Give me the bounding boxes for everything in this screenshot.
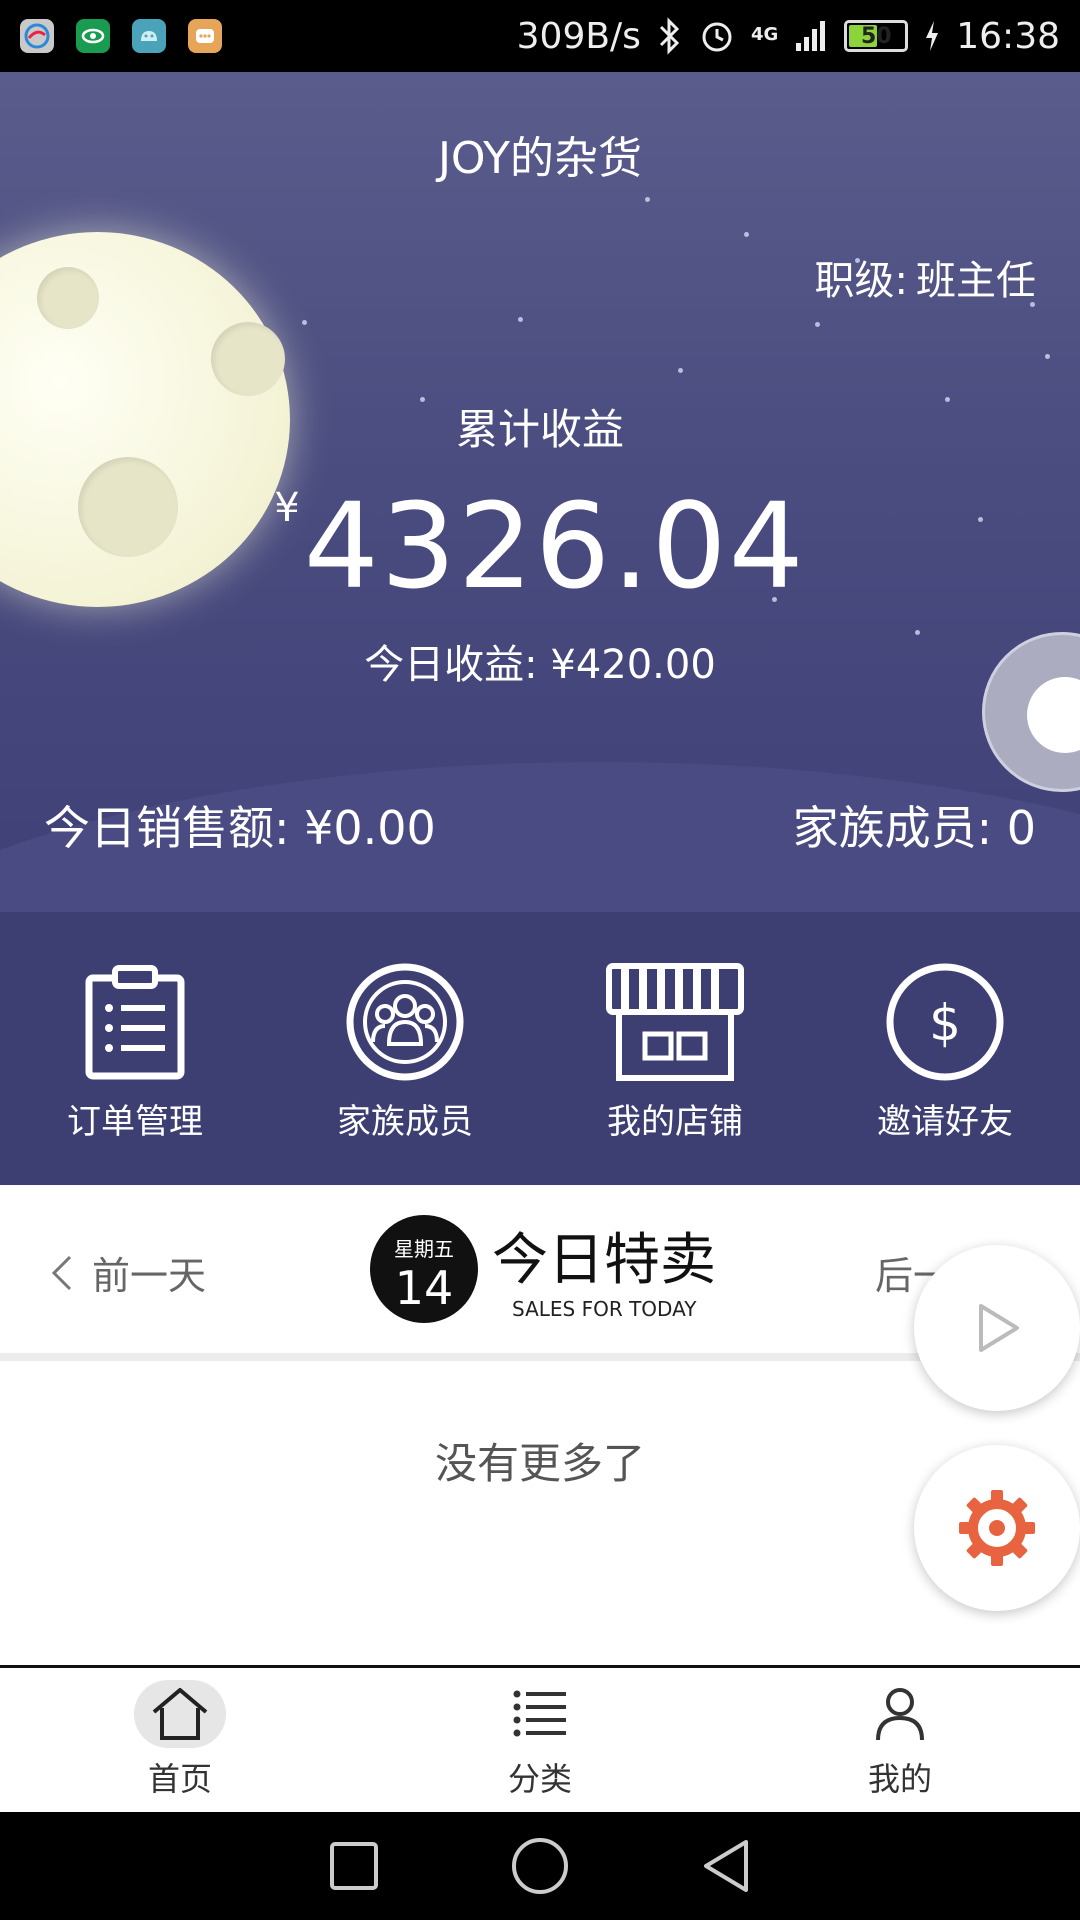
- network-type: 4G: [750, 23, 779, 45]
- day-number: 14: [394, 1261, 454, 1315]
- sales-subtitle: SALES FOR TODAY: [512, 1297, 697, 1321]
- tab-category[interactable]: 分类: [360, 1668, 720, 1812]
- rank-info: 职级: 班主任: [815, 248, 1036, 306]
- menu-item-orders[interactable]: 订单管理: [0, 912, 270, 1185]
- tab-label: 我的: [867, 1760, 932, 1798]
- cumulative-earnings-value: 4326.04: [303, 477, 806, 615]
- chat-app-icon: [188, 19, 222, 53]
- clock: 16:38: [956, 15, 1060, 57]
- person-icon: [876, 1688, 924, 1741]
- bottom-tab-bar: 首页 分类 我的: [0, 1665, 1080, 1812]
- store-icon: [606, 963, 744, 1081]
- menu-item-invite[interactable]: $ 邀请好友: [810, 912, 1080, 1185]
- tab-profile[interactable]: 我的: [720, 1668, 1080, 1812]
- menu-item-family[interactable]: 家族成员: [270, 912, 540, 1185]
- date-badge: 星期五 14: [370, 1215, 478, 1323]
- recents-icon[interactable]: [328, 1840, 380, 1892]
- android-app-icon: [132, 19, 166, 53]
- menu-item-label: 邀请好友: [877, 1102, 1013, 1142]
- charging-icon: [926, 21, 939, 51]
- list-icon: [513, 1690, 566, 1737]
- bluetooth-icon: [659, 17, 680, 55]
- group-icon: [346, 963, 464, 1081]
- currency-symbol: ¥: [274, 485, 300, 531]
- clipboard-icon: [85, 965, 185, 1080]
- menu-item-label: 订单管理: [67, 1102, 203, 1142]
- back-icon[interactable]: [700, 1838, 752, 1894]
- rank-value: 班主任: [916, 258, 1036, 304]
- battery-icon: 50: [844, 20, 909, 52]
- signal-icon: [796, 21, 826, 51]
- dollar-icon: $: [886, 963, 1004, 1081]
- settings-button[interactable]: [914, 1445, 1080, 1611]
- tab-label: 首页: [147, 1760, 212, 1798]
- system-nav-bar: [0, 1812, 1080, 1920]
- eye-app-icon: [76, 19, 110, 53]
- tab-home[interactable]: 首页: [0, 1668, 360, 1812]
- today-sales: 今日销售额: ¥0.00: [44, 801, 436, 855]
- home-icon: [152, 1688, 208, 1740]
- rank-label: 职级:: [814, 258, 908, 304]
- menu-item-store[interactable]: 我的店铺: [540, 912, 810, 1185]
- shop-name: JOY的杂货: [437, 133, 643, 184]
- home-nav-icon[interactable]: [510, 1836, 570, 1896]
- earnings-header: JOY的杂货 职级: 班主任 累计收益 ¥4326.04 今日收益: ¥420.…: [0, 72, 1080, 912]
- chevron-left-icon: [51, 1255, 72, 1290]
- menu-item-label: 我的店铺: [607, 1102, 743, 1142]
- prev-day-label: 前一天: [92, 1254, 207, 1298]
- today-earnings: 今日收益: ¥420.00: [364, 642, 716, 688]
- svg-text:$: $: [929, 994, 961, 1052]
- sales-title: 今日特卖: [492, 1228, 716, 1293]
- play-button[interactable]: [914, 1245, 1080, 1411]
- tab-label: 分类: [507, 1760, 572, 1798]
- cumulative-earnings: ¥4326.04: [0, 477, 1080, 615]
- menu-item-label: 家族成员: [337, 1102, 473, 1142]
- status-bar: 309B/s 4G 50 16:38: [0, 0, 1080, 72]
- shortcut-menu: 订单管理 家族成员 我的店铺 $ 邀请好友: [0, 912, 1080, 1185]
- network-speed: 309B/s: [516, 15, 641, 57]
- cumulative-earnings-label: 累计收益: [455, 405, 624, 454]
- prev-day-button[interactable]: 前一天: [50, 1245, 206, 1300]
- empty-list-message: 没有更多了: [434, 1439, 645, 1488]
- weekday: 星期五: [394, 1237, 454, 1261]
- alarm-icon: [702, 22, 732, 52]
- gear-icon: [959, 1490, 1035, 1566]
- app-notification-icon: [20, 19, 54, 53]
- daily-sales-section: 前一天 星期五 14 今日特卖 SALES FOR TODAY 后一 没有更多了: [0, 1185, 1080, 1665]
- play-icon: [979, 1304, 1019, 1352]
- family-member-count: 家族成员: 0: [792, 801, 1036, 855]
